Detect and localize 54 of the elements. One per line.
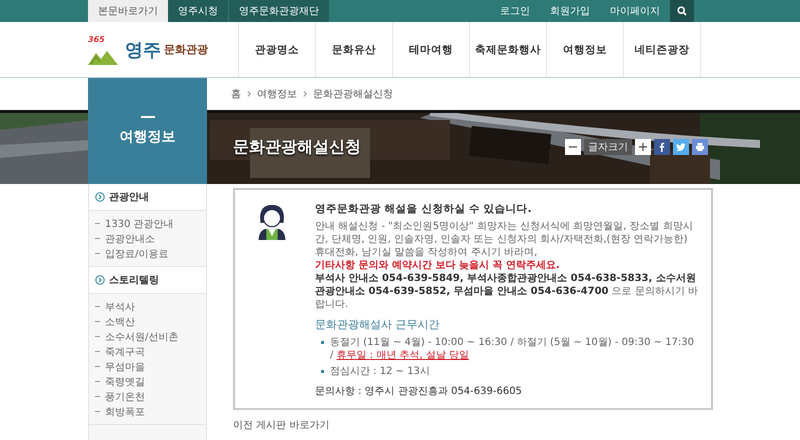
chevron-circle-icon — [95, 275, 105, 285]
nav-menu-item[interactable]: 축제문화행사 — [469, 22, 546, 77]
sidebar-item[interactable]: 관광안내소 — [95, 231, 206, 246]
top-bar-link[interactable]: 로그인 — [490, 0, 540, 22]
facebook-icon — [657, 142, 667, 152]
chevron-right-icon — [247, 91, 251, 97]
sidebar-item[interactable]: 입장료/이용료 — [95, 246, 206, 261]
holiday-link[interactable]: 휴무일 : 매년 추석, 설날 당일 — [336, 350, 470, 361]
notice-heading: 영주문화관광 해설을 신청하실 수 있습니다. — [315, 202, 533, 216]
search-button[interactable] — [670, 0, 694, 22]
nav-menu-item[interactable]: 문화유산 — [315, 22, 392, 77]
page-title: 문화관광해설신청 — [233, 136, 361, 158]
sidebar-item[interactable]: 1330 관광안내 — [95, 216, 206, 231]
hours-text: 점심시간 : 12 ~ 13시 — [330, 365, 430, 378]
notice-paragraph: 부석사 안내소 054-639-5849, 부석사종합관광안내소 054-638-5833, 소수서원관광안내소 054-639-5852, 무섬마을 안내소 054-636-4700 으로 문의하시기 바랍니다. — [315, 272, 699, 311]
nav-menu-item[interactable]: 네티즌광장 — [623, 22, 701, 77]
breadcrumb-link[interactable]: 문화관광해설신청 — [313, 87, 393, 101]
facebook-button[interactable] — [654, 139, 670, 155]
hours-text: 동절기 (11월 ~ 4월) - 10:00 ~ 16:30 / 하절기 (5월 ~ 10월) - 09:30 ~ 17:30 / 휴무일 : 매년 추석, 설날 당일 — [330, 336, 696, 362]
top-bar-link[interactable]: 영주시청 — [168, 0, 229, 22]
top-bar-link[interactable]: 마이페이지 — [600, 0, 670, 22]
sidebar-item[interactable]: 회방폭포 — [95, 404, 206, 419]
top-bar-link[interactable]: 본문바로가기 — [88, 0, 168, 22]
top-bar-link[interactable]: 회원가입 — [540, 0, 600, 22]
nav-menu-item[interactable]: 관광명소 — [238, 22, 315, 77]
search-icon — [677, 6, 687, 16]
print-button[interactable] — [692, 139, 708, 155]
contact-text: 문의사항 : 영주시 관광진흥과 054-639-6605 — [315, 385, 523, 398]
chevron-circle-icon — [95, 192, 105, 202]
sidebar-item[interactable]: 무섬마을 — [95, 359, 206, 374]
bird-icon — [676, 142, 686, 152]
font-decrease-button[interactable]: − — [565, 139, 581, 155]
sidebar-item[interactable]: 소백산 — [95, 314, 206, 329]
sidebar-title: 여행정보 — [120, 128, 176, 146]
back-link[interactable]: 이전 게시판 바로가기 — [233, 418, 330, 432]
notice-paragraph: 안내 해설신청 - "최소인원5명이상" 희망자는 신청서식에 희망연월일, 장소별 희망시간, 단체명, 인원, 인솔자명, 인솔자 또는 신청자의 회사/자택전화,(현장 연락가능한) 휴대전화, 남기실 말씀을 작성하여 주시기 바라며, — [315, 220, 694, 259]
sidebar-item[interactable]: 죽령옛길 — [95, 374, 206, 389]
nav-menu-item[interactable]: 여행정보 — [546, 22, 623, 77]
chevron-right-icon — [303, 91, 307, 97]
hours-heading: 문화관광해설사 근무시간 — [315, 317, 440, 332]
nav-menu-item[interactable]: 테마여행 — [392, 22, 469, 77]
sidebar-section-link[interactable]: 관광안내 — [89, 184, 206, 211]
font-size-button[interactable]: 글자크기 — [584, 139, 632, 155]
top-bar-link[interactable]: 영주문화관광재단 — [229, 0, 330, 22]
sidebar-section-link[interactable]: 스토리텔링 — [89, 267, 206, 294]
breadcrumb-link[interactable]: 홈 — [231, 87, 241, 101]
warning-text: 기타사항 문의와 예약시간 보다 늦을시 꼭 연락주세요. — [315, 259, 561, 272]
printer-icon — [695, 142, 705, 152]
sidebar-item[interactable]: 죽계구곡 — [95, 344, 206, 359]
breadcrumb-link[interactable]: 여행정보 — [257, 87, 297, 101]
font-increase-button[interactable]: + — [635, 139, 651, 155]
sidebar-item[interactable]: 소수서원/선비촌 — [95, 329, 206, 344]
sidebar-item[interactable]: 풍기온천 — [95, 389, 206, 404]
sidebar-item[interactable]: 부석사 — [95, 299, 206, 314]
